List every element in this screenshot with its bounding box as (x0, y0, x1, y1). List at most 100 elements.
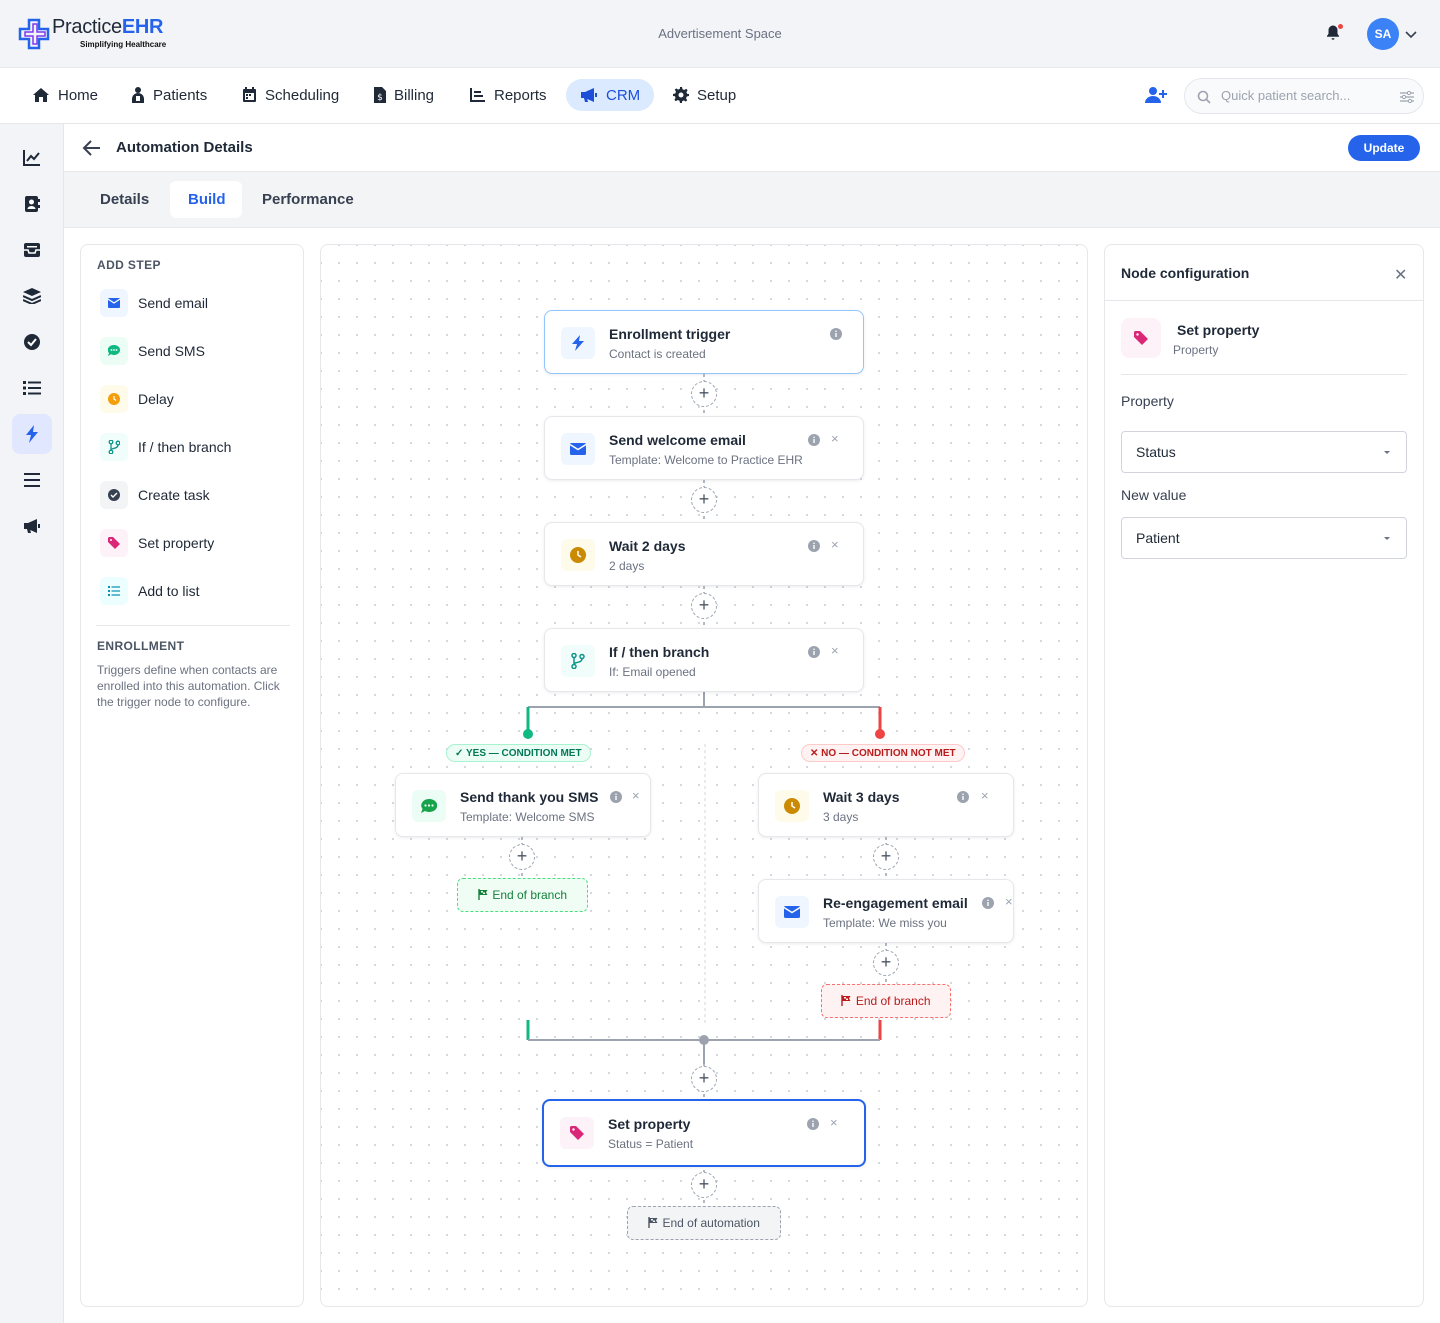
info-icon[interactable] (808, 646, 820, 658)
end-of-branch-label: End of branch (492, 888, 568, 902)
node-re-engagement-email[interactable]: Re-engagement email Template: We miss yo… (758, 879, 1014, 943)
add-step-plus[interactable]: + (509, 844, 535, 870)
nav-setup-label: Setup (697, 86, 737, 104)
node-title: Set property (608, 1116, 691, 1132)
add-step-delay[interactable]: Delay (100, 383, 174, 415)
close-icon[interactable]: ✕ (1394, 265, 1407, 285)
config-title: Node configuration (1121, 265, 1250, 281)
node-title: Re-engagement email (823, 895, 968, 911)
tab-performance[interactable]: Performance (244, 181, 372, 218)
contact-book-icon[interactable] (12, 184, 52, 224)
remove-node-close-icon[interactable]: × (831, 643, 839, 658)
info-icon[interactable] (808, 540, 820, 552)
add-step-plus[interactable]: + (691, 1172, 717, 1198)
add-step-set-property[interactable]: Set property (100, 527, 214, 559)
nav-reports[interactable]: Reports (456, 79, 561, 111)
nav-patients[interactable]: Patients (117, 79, 221, 111)
check-circle-icon[interactable] (12, 322, 52, 362)
filter-sliders-icon[interactable] (1400, 90, 1414, 104)
reports-icon (470, 88, 485, 102)
node-title: Send thank you SMS (460, 789, 599, 805)
node-set-property[interactable]: Set property Status = Patient × (542, 1099, 866, 1167)
back-arrow-icon[interactable] (82, 139, 102, 157)
tab-details[interactable]: Details (82, 181, 167, 218)
add-step-create-task[interactable]: Create task (100, 479, 210, 511)
remove-node-close-icon[interactable]: × (830, 1115, 838, 1130)
add-step-send-sms[interactable]: Send SMS (100, 335, 205, 367)
add-step-plus[interactable]: + (873, 950, 899, 976)
bolt-icon (561, 327, 595, 359)
tab-build[interactable]: Build (170, 181, 242, 218)
end-of-branch-no: End of branch (821, 984, 951, 1018)
tag-icon (100, 529, 128, 557)
add-step-branch[interactable]: If / then branch (100, 431, 231, 463)
add-step-add-to-list[interactable]: Add to list (100, 575, 199, 607)
branch-icon (561, 645, 595, 677)
megaphone-icon[interactable] (12, 506, 52, 546)
node-subtitle: 2 days (609, 559, 645, 573)
end-of-automation: End of automation (627, 1206, 781, 1240)
info-icon[interactable] (957, 791, 969, 803)
info-icon[interactable] (830, 328, 842, 340)
node-send-welcome-email[interactable]: Send welcome email Template: Welcome to … (544, 416, 864, 480)
new-value-label: New value (1121, 487, 1187, 503)
node-send-thank-you-sms[interactable]: Send thank you SMS Template: Welcome SMS… (395, 773, 651, 837)
bolt-icon[interactable] (12, 414, 52, 454)
node-title: Wait 3 days (823, 789, 900, 805)
enrollment-description: Triggers define when contacts are enroll… (97, 663, 280, 709)
nav-home-label: Home (58, 86, 99, 104)
avatar[interactable]: SA (1367, 18, 1399, 50)
info-icon[interactable] (610, 791, 622, 803)
node-enrollment-trigger[interactable]: Enrollment trigger Contact is created (544, 310, 864, 374)
search-icon (1197, 90, 1211, 104)
add-step-plus[interactable]: + (691, 1066, 717, 1092)
config-node-type: Property (1173, 343, 1219, 357)
search-input[interactable] (1221, 88, 1391, 103)
nav-billing[interactable]: $ Billing (360, 79, 448, 111)
chevron-down-icon[interactable] (1405, 29, 1417, 39)
nav-scheduling[interactable]: Scheduling (228, 79, 353, 111)
menu-icon[interactable] (12, 460, 52, 500)
patients-icon (132, 87, 144, 103)
remove-node-close-icon[interactable]: × (981, 788, 989, 803)
inbox-icon[interactable] (12, 230, 52, 270)
list-icon[interactable] (12, 368, 52, 408)
add-step-plus[interactable]: + (873, 844, 899, 870)
info-icon[interactable] (808, 434, 820, 446)
clock-icon (561, 539, 595, 571)
remove-node-close-icon[interactable]: × (632, 788, 640, 803)
property-select[interactable]: Status (1121, 431, 1407, 473)
quick-patient-search[interactable] (1184, 78, 1424, 114)
remove-node-close-icon[interactable]: × (831, 537, 839, 552)
info-icon[interactable] (807, 1118, 819, 1130)
nav-scheduling-label: Scheduling (265, 86, 340, 104)
add-step-plus[interactable]: + (691, 487, 717, 513)
layers-icon[interactable] (12, 276, 52, 316)
nav-patients-label: Patients (153, 86, 208, 104)
node-subtitle: Template: Welcome SMS (460, 810, 595, 824)
nav-home[interactable]: Home (18, 79, 112, 111)
add-step-plus[interactable]: + (691, 381, 717, 407)
step-label: Add to list (138, 583, 200, 599)
yes-branch-label: ✓ YES — CONDITION MET (446, 744, 591, 762)
chart-line-icon[interactable] (12, 138, 52, 178)
info-icon[interactable] (982, 897, 994, 909)
node-subtitle: Contact is created (609, 347, 706, 361)
step-label: Send SMS (138, 343, 205, 359)
nav-crm[interactable]: CRM (566, 79, 654, 111)
node-if-then-branch[interactable]: If / then branch If: Email opened × (544, 628, 864, 692)
nav-crm-label: CRM (606, 86, 641, 104)
add-step-plus[interactable]: + (691, 593, 717, 619)
update-button[interactable]: Update (1348, 135, 1420, 161)
add-patient-icon[interactable] (1145, 86, 1167, 104)
add-step-send-email[interactable]: Send email (100, 287, 208, 319)
remove-node-close-icon[interactable]: × (1005, 894, 1013, 909)
nav-billing-label: Billing (394, 86, 435, 104)
caret-down-icon (1384, 451, 1390, 454)
new-value-select[interactable]: Patient (1121, 517, 1407, 559)
node-wait-3-days[interactable]: Wait 3 days 3 days × (758, 773, 1014, 837)
node-subtitle: Template: Welcome to Practice EHR (609, 453, 803, 467)
nav-setup[interactable]: Setup (659, 79, 750, 111)
node-wait-2-days[interactable]: Wait 2 days 2 days × (544, 522, 864, 586)
remove-node-close-icon[interactable]: × (831, 431, 839, 446)
